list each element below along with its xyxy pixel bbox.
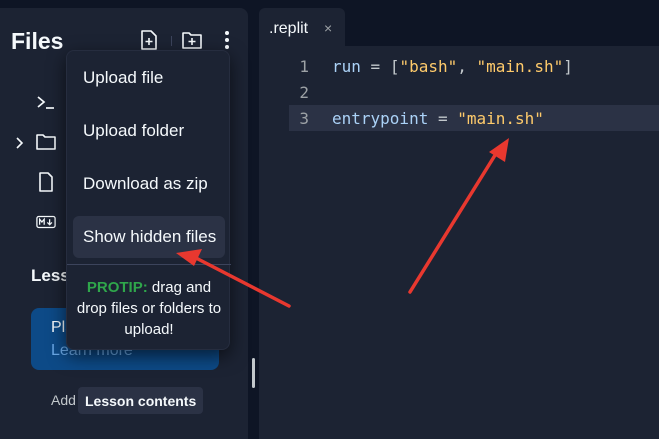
code-editor[interactable]: 1 run = ["bash", "main.sh"] 2 3 entrypoi…: [259, 46, 659, 439]
lesson-heading: Lesson: [31, 266, 71, 285]
line-number: 2: [299, 83, 309, 102]
sidebar-resize-handle[interactable]: [252, 358, 255, 388]
tab-label: .replit: [269, 20, 309, 37]
protip-text: PROTIP: drag and drop files or folders t…: [75, 277, 223, 340]
tab-replit[interactable]: .replit ×: [259, 8, 345, 46]
tree-item-shell[interactable]: [0, 88, 66, 116]
add-text: Add: [51, 392, 76, 408]
new-folder-icon[interactable]: [182, 30, 202, 50]
tree-item-file[interactable]: [0, 168, 66, 196]
chevron-right-icon[interactable]: [15, 136, 25, 154]
tree-item-folder[interactable]: [0, 128, 66, 156]
files-options-menu: Upload file Upload folder Download as zi…: [66, 50, 231, 350]
code-line[interactable]: 1 run = ["bash", "main.sh"]: [289, 53, 659, 79]
files-title: Files: [11, 28, 64, 54]
menu-item-show-hidden-files[interactable]: Show hidden files: [73, 216, 225, 258]
menu-item-upload-folder[interactable]: Upload folder: [73, 110, 225, 152]
shell-icon: [36, 92, 56, 112]
code-text: run = ["bash", "main.sh"]: [332, 57, 573, 76]
menu-divider: [67, 264, 231, 265]
editor-tab-bar: .replit ×: [259, 8, 659, 46]
menu-item-download-zip[interactable]: Download as zip: [73, 163, 225, 205]
tree-item-markdown[interactable]: [0, 208, 66, 236]
file-icon: [36, 172, 56, 192]
more-options-icon[interactable]: [217, 30, 237, 50]
code-text: entrypoint = "main.sh": [332, 109, 544, 128]
line-number: 1: [299, 57, 309, 76]
line-number: 3: [299, 109, 309, 128]
code-line-active[interactable]: 3 entrypoint = "main.sh": [289, 105, 659, 131]
markdown-icon: [36, 212, 56, 232]
protip-label: PROTIP:: [86, 279, 148, 296]
header-divider: [171, 36, 172, 46]
close-icon[interactable]: ×: [324, 20, 332, 36]
folder-icon: [36, 132, 56, 152]
menu-item-upload-file[interactable]: Upload file: [73, 57, 225, 99]
lesson-contents-chip[interactable]: Lesson contents: [78, 387, 204, 414]
code-line[interactable]: 2: [289, 79, 659, 105]
new-file-icon[interactable]: [139, 30, 159, 50]
